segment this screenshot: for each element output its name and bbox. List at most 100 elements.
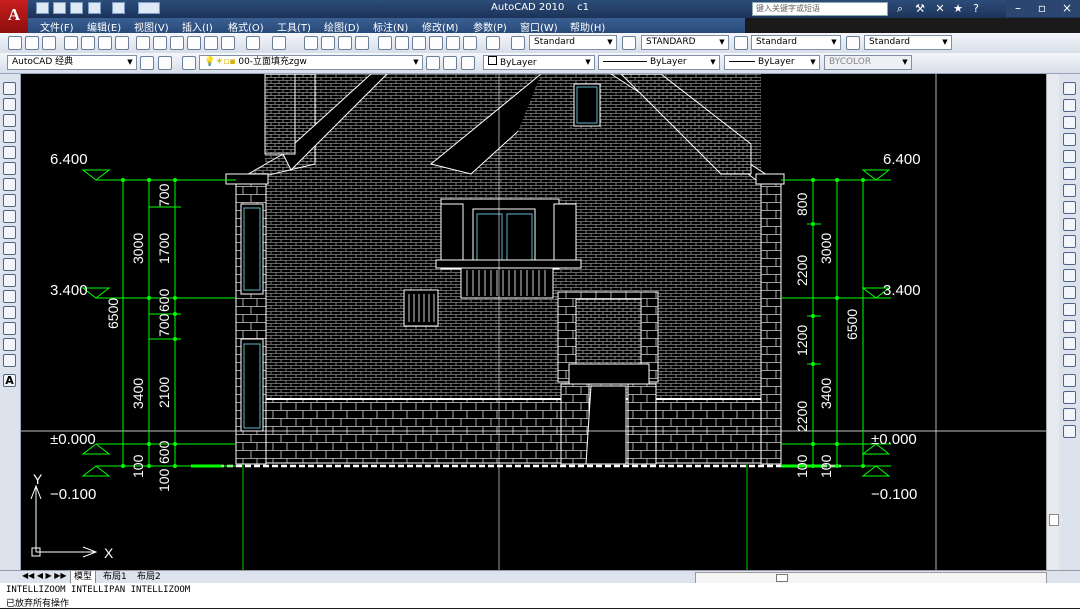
gradient-icon[interactable] (3, 322, 16, 335)
linetype-select[interactable]: ByLayer ▼ (598, 55, 720, 70)
qnew-icon[interactable] (8, 36, 22, 50)
block-editor-icon[interactable] (221, 36, 235, 50)
zoom-window-icon[interactable] (338, 36, 352, 50)
menu-format[interactable]: 格式(O) (228, 19, 264, 34)
publish-icon[interactable] (98, 36, 112, 50)
mleader-style-icon[interactable] (846, 36, 860, 50)
dim-style-icon[interactable] (622, 36, 636, 50)
rotate-icon[interactable] (1063, 184, 1076, 197)
restore-button[interactable]: ▫ (1030, 0, 1054, 17)
plot-preview-icon[interactable] (81, 36, 95, 50)
offset-icon[interactable] (1063, 133, 1076, 146)
layer-states-icon[interactable] (461, 56, 475, 70)
properties-icon[interactable] (378, 36, 392, 50)
move-icon[interactable] (1063, 167, 1076, 180)
tab-nav-arrows[interactable]: ◀◀ ◀ ▶ ▶▶ (22, 571, 67, 580)
draworder-above-icon[interactable] (1063, 408, 1076, 421)
app-menu-button[interactable]: A (0, 0, 28, 33)
mtext-icon[interactable]: A (3, 374, 16, 387)
break-at-point-icon[interactable] (1063, 269, 1076, 282)
paste-icon[interactable] (170, 36, 184, 50)
join-icon[interactable] (1063, 303, 1076, 316)
redo-icon[interactable] (272, 36, 286, 50)
favorites-icon[interactable]: ★ (952, 3, 964, 15)
vertical-scrollbar[interactable] (1046, 74, 1059, 570)
polyline-icon[interactable] (3, 114, 16, 127)
table-style-icon[interactable] (734, 36, 748, 50)
region-icon[interactable] (3, 338, 16, 351)
ellipse-icon[interactable] (3, 226, 16, 239)
table-style-select[interactable]: Standard ▼ (751, 35, 841, 50)
draworder-under-icon[interactable] (1063, 425, 1076, 438)
zoom-realtime-icon[interactable] (321, 36, 335, 50)
menu-edit[interactable]: 编辑(E) (87, 19, 121, 34)
markup-icon[interactable] (446, 36, 460, 50)
save-icon[interactable] (70, 2, 83, 14)
open-icon[interactable] (25, 36, 39, 50)
layer-previous-icon[interactable] (443, 56, 457, 70)
line-icon[interactable] (3, 82, 16, 95)
close-button[interactable]: × (1054, 0, 1080, 17)
draworder-back-icon[interactable] (1063, 391, 1076, 404)
zoom-previous-icon[interactable] (355, 36, 369, 50)
draworder-front-icon[interactable] (1063, 374, 1076, 387)
copy-icon[interactable] (153, 36, 167, 50)
ellipse-arc-icon[interactable] (3, 242, 16, 255)
text-style-select[interactable]: Standard ▼ (529, 35, 617, 50)
copy-object-icon[interactable] (1063, 99, 1076, 112)
mleader-style-select[interactable]: Standard ▼ (864, 35, 952, 50)
color-select[interactable]: ByLayer ▼ (483, 55, 595, 70)
tab-layout1[interactable]: 布局1 (100, 571, 130, 583)
match-properties-icon[interactable] (204, 36, 218, 50)
revcloud-icon[interactable] (3, 194, 16, 207)
erase-icon[interactable] (1063, 82, 1076, 95)
explode-icon[interactable] (1063, 354, 1076, 367)
polygon-icon[interactable] (3, 130, 16, 143)
layer-select[interactable]: 💡☀▫▪ 00-立面填充zgw ▼ (199, 55, 423, 70)
cut-icon[interactable] (136, 36, 150, 50)
plot-icon[interactable] (138, 2, 160, 14)
help-icon[interactable] (486, 36, 500, 50)
scale-icon[interactable] (1063, 201, 1076, 214)
point-icon[interactable] (3, 290, 16, 303)
dim-style-select[interactable]: STANDARD ▼ (641, 35, 729, 50)
redo-icon[interactable] (112, 2, 125, 14)
lineweight-select[interactable]: ByLayer ▼ (724, 55, 820, 70)
extend-icon[interactable] (1063, 252, 1076, 265)
menu-draw[interactable]: 绘图(D) (324, 19, 360, 34)
undo-icon[interactable] (246, 36, 260, 50)
hscroll-thumb[interactable] (776, 574, 788, 582)
arc-icon[interactable] (3, 162, 16, 175)
array-icon[interactable] (1063, 150, 1076, 163)
menu-parametric[interactable]: 参数(P) (473, 19, 507, 34)
menu-file[interactable]: 文件(F) (40, 19, 74, 34)
search-icon[interactable]: ⌕ (894, 3, 906, 15)
menu-insert[interactable]: 插入(I) (182, 19, 213, 34)
stretch-icon[interactable] (1063, 218, 1076, 231)
insert-block-icon[interactable] (3, 258, 16, 271)
menu-view[interactable]: 视图(V) (134, 19, 169, 34)
tab-layout2[interactable]: 布局2 (134, 571, 164, 583)
design-center-icon[interactable] (395, 36, 409, 50)
plot-icon[interactable] (64, 36, 78, 50)
undo-icon[interactable] (88, 2, 101, 14)
minimize-button[interactable]: – (1006, 0, 1030, 17)
menu-window[interactable]: 窗口(W) (520, 19, 558, 34)
make-layer-current-icon[interactable] (426, 56, 440, 70)
hatch-icon[interactable] (3, 306, 16, 319)
3d-dwf-icon[interactable] (115, 36, 129, 50)
workspace-settings-icon[interactable] (140, 56, 154, 70)
command-window[interactable]: INTELLIZOOM INTELLIPAN INTELLIZOOM 已放弃所有… (0, 583, 1080, 609)
menu-modify[interactable]: 修改(M) (422, 19, 458, 34)
break-icon[interactable] (1063, 286, 1076, 299)
drawing-canvas[interactable]: 6.400 3.400 ±0.000 −0.100 6500 3000 3400… (21, 74, 1046, 570)
save-icon[interactable] (42, 36, 56, 50)
fillet-icon[interactable] (1063, 337, 1076, 350)
trim-icon[interactable] (1063, 235, 1076, 248)
construction-line-icon[interactable] (3, 98, 16, 111)
workspace-select[interactable]: AutoCAD 经典 ▼ (7, 55, 137, 70)
workspace-save-icon[interactable] (158, 56, 172, 70)
circle-icon[interactable] (3, 178, 16, 191)
tool-palettes-icon[interactable] (412, 36, 426, 50)
menu-dimension[interactable]: 标注(N) (373, 19, 408, 34)
